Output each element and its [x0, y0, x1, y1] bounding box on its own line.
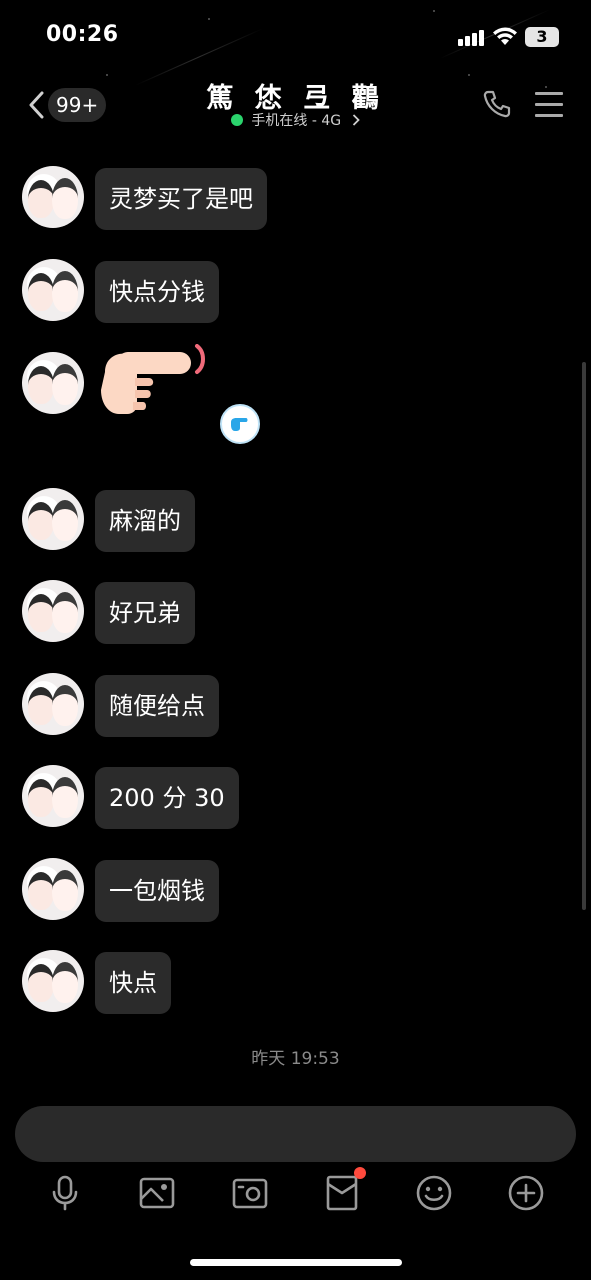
contact-avatar[interactable] [22, 259, 84, 321]
image-icon[interactable] [138, 1174, 176, 1212]
contact-avatar[interactable] [22, 765, 84, 827]
message-bubble[interactable]: 快点分钱 [95, 261, 219, 323]
contact-avatar[interactable] [22, 580, 84, 642]
message-bubble[interactable]: 200 分 30 [95, 767, 239, 829]
battery-indicator: 3 [525, 27, 559, 47]
contact-avatar[interactable] [22, 352, 84, 414]
star-decoration [433, 10, 435, 12]
online-status-dot [231, 114, 244, 126]
message-bubble[interactable]: 一包烟钱 [95, 860, 219, 922]
menu-icon[interactable] [535, 92, 565, 118]
emoji-icon[interactable] [415, 1174, 453, 1212]
microphone-icon[interactable] [46, 1174, 84, 1212]
message-bubble[interactable]: 好兄弟 [95, 582, 195, 644]
chat-scrollbar[interactable] [582, 362, 586, 910]
camera-icon[interactable] [231, 1174, 269, 1212]
wifi-icon [493, 27, 517, 45]
message-bubble[interactable]: 快点 [95, 952, 171, 1014]
timestamp-divider: 昨天 19:53 [251, 1049, 340, 1069]
home-indicator[interactable] [190, 1259, 402, 1266]
contact-avatar[interactable] [22, 673, 84, 735]
contact-avatar[interactable] [22, 166, 84, 228]
star-decoration [208, 18, 210, 20]
plus-icon[interactable] [507, 1174, 545, 1212]
contact-avatar[interactable] [22, 488, 84, 550]
pointing-hand-icon [226, 410, 254, 438]
contact-avatar[interactable] [22, 858, 84, 920]
red-packet-icon[interactable] [323, 1174, 361, 1212]
status-time: 00:26 [46, 22, 119, 47]
message-bubble[interactable]: 随便给点 [95, 675, 219, 737]
pointing-hand-sticker[interactable] [97, 344, 207, 424]
notification-dot [354, 1167, 366, 1179]
message-bubble[interactable]: 麻溜的 [95, 490, 195, 552]
phone-call-icon[interactable] [482, 89, 512, 119]
message-input[interactable] [15, 1106, 576, 1162]
cellular-signal-icon [458, 30, 486, 46]
chevron-right-icon [352, 114, 360, 126]
contact-avatar[interactable] [22, 950, 84, 1012]
presence-text: 手机在线 - 4G [251, 113, 342, 129]
pointing-emoji-badge[interactable] [220, 404, 260, 444]
message-bubble[interactable]: 灵梦买了是吧 [95, 168, 267, 230]
